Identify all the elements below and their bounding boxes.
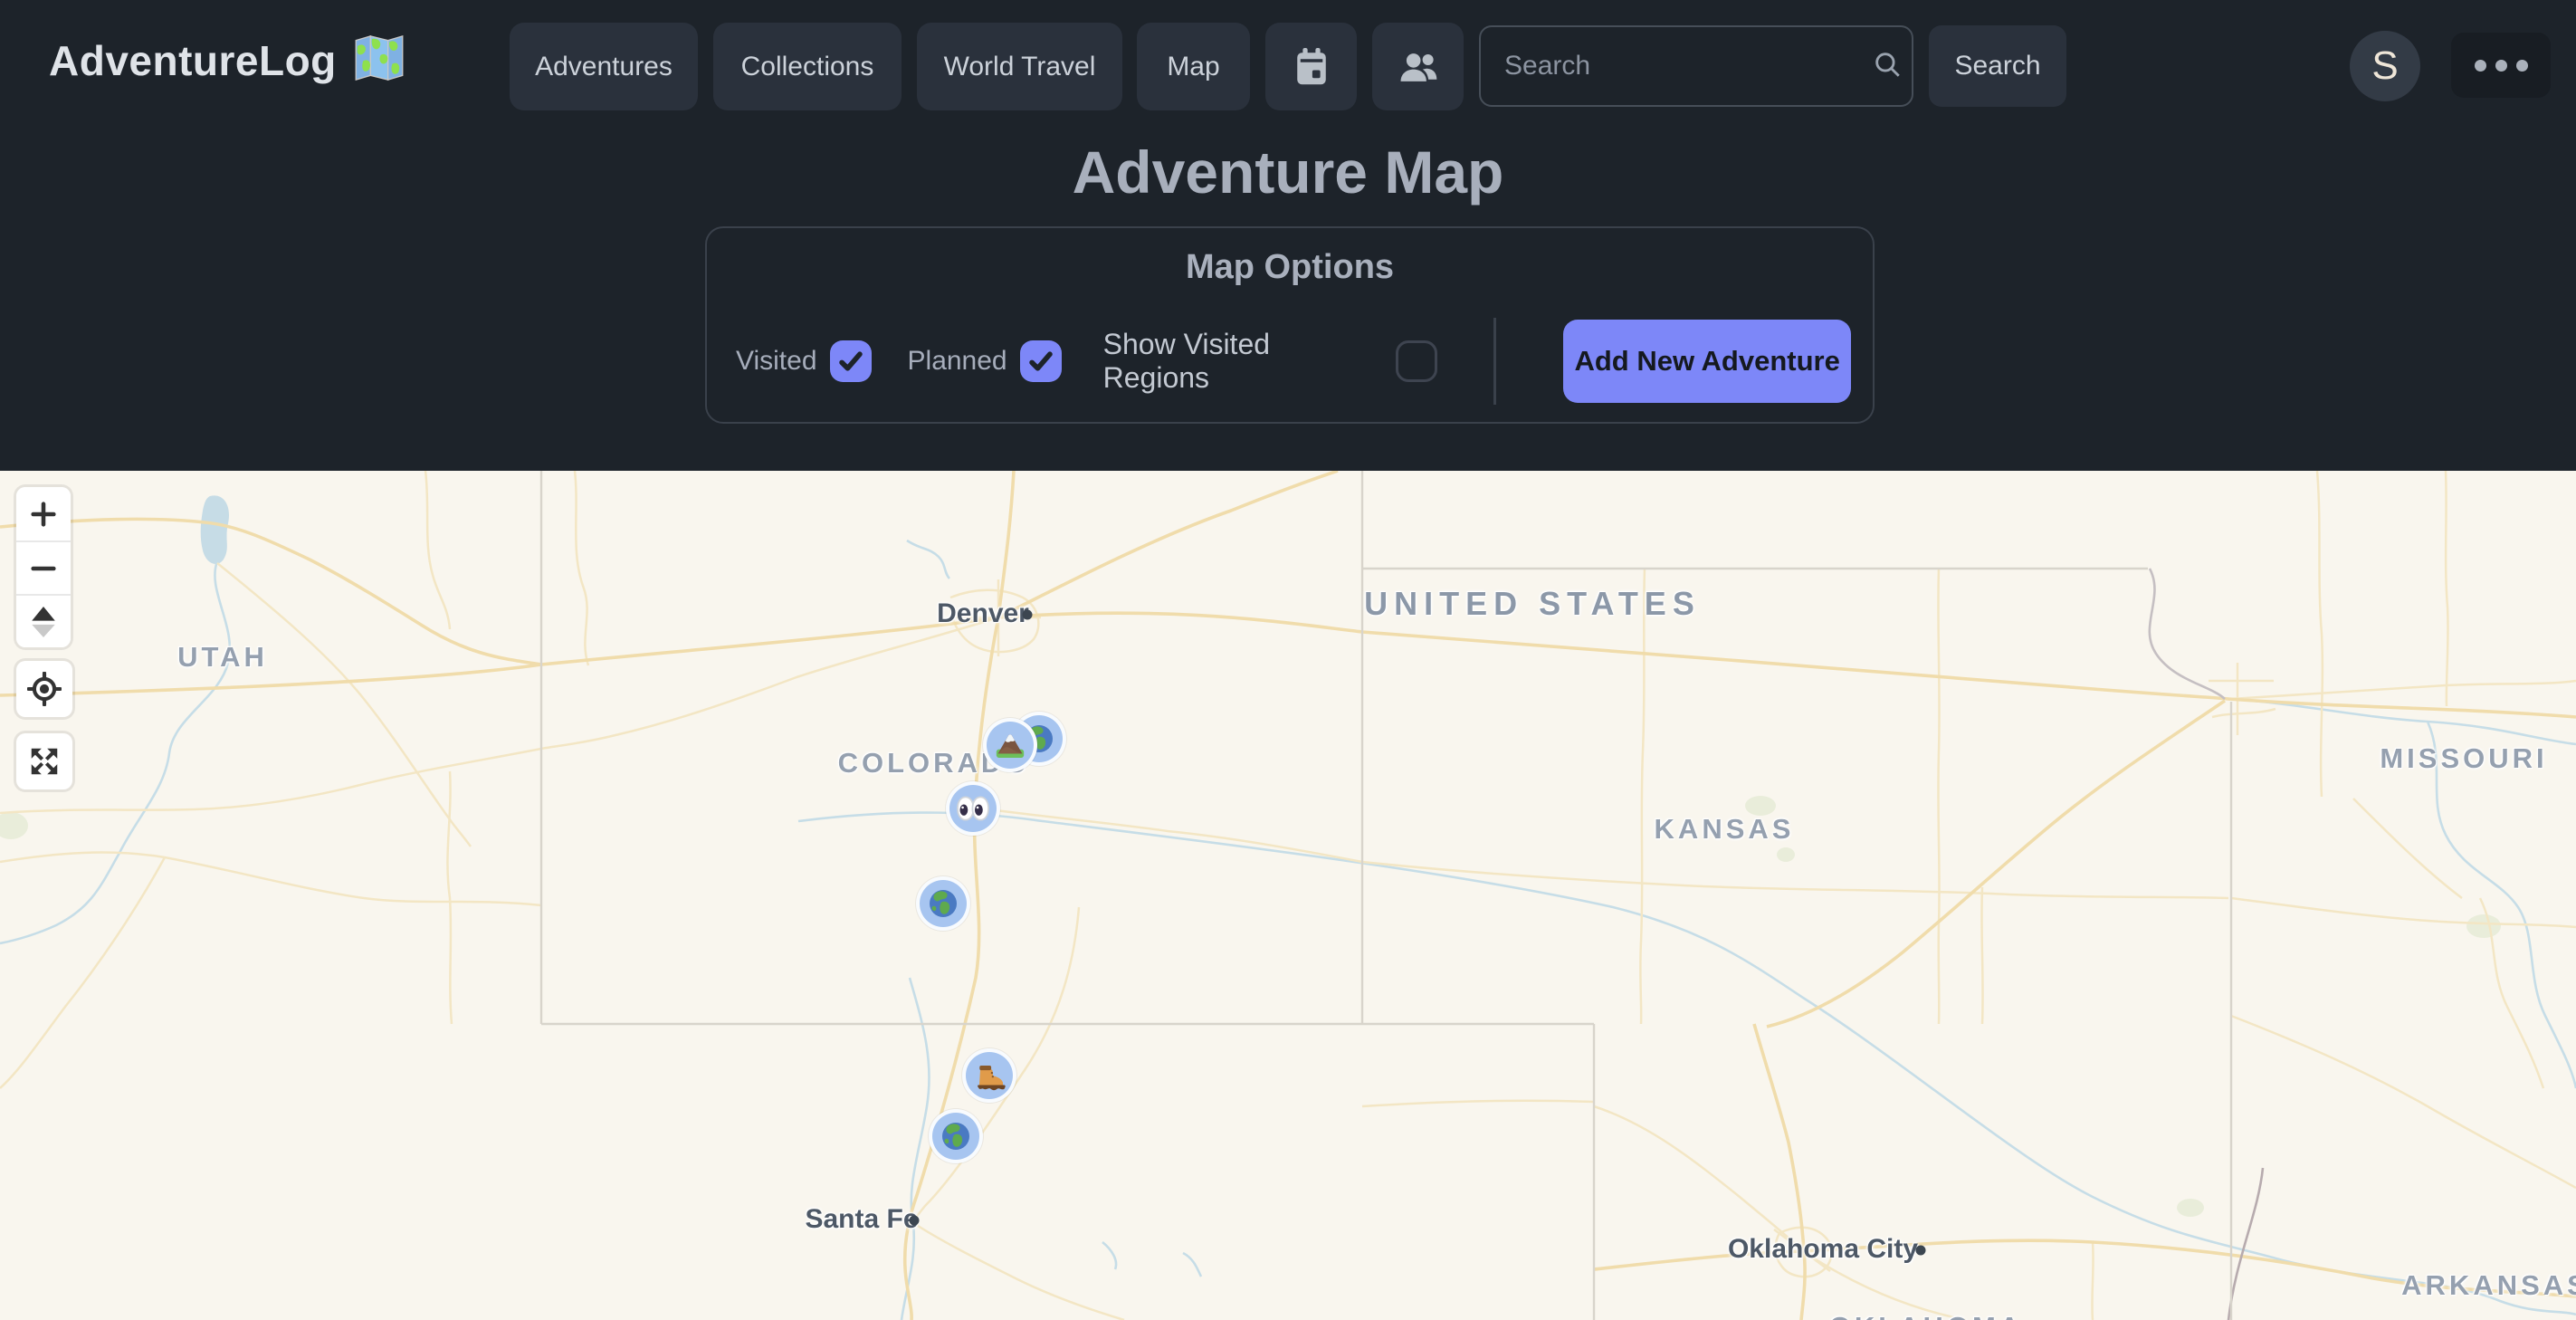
state-label-arkansas: ARKANSAS (2401, 1269, 2576, 1302)
add-new-adventure-button[interactable]: Add New Adventure (1563, 320, 1851, 403)
options-divider (1493, 318, 1496, 405)
adventure-marker-globe[interactable] (916, 876, 970, 931)
lake-shape (201, 495, 229, 564)
major-roads-layer (0, 471, 2576, 1320)
city-dot-oklahoma-city (1916, 1246, 1926, 1256)
calendar-button[interactable] (1265, 23, 1357, 110)
app-logo-text: AdventureLog (49, 36, 337, 85)
adventure-marker-eyes[interactable] (946, 781, 1000, 836)
adventure-marker-boot[interactable] (962, 1048, 1016, 1103)
top-navbar: AdventureLog AdventuresCollectionsWorld … (0, 0, 2576, 132)
toggles: Visited Planned Show Visited Regions (736, 328, 1437, 395)
city-dot-santa-fe (910, 1216, 920, 1226)
checkbox-visited[interactable] (830, 340, 872, 382)
city-label-denver: Denver (937, 598, 1029, 629)
turnpike-road (2228, 1168, 2263, 1320)
adventure-marker-globe[interactable] (929, 1109, 983, 1163)
geolocate-button[interactable] (16, 661, 72, 717)
map-options-title: Map Options (707, 248, 1873, 287)
search-button[interactable]: Search (1929, 25, 2066, 107)
adventure-marker-mountain[interactable] (983, 718, 1037, 772)
state-label-oklahoma: OKLAHOMA (1829, 1311, 2024, 1320)
ellipsis-icon (2475, 60, 2486, 72)
search-icon (1872, 49, 1924, 84)
overflow-menu-button[interactable] (2451, 33, 2551, 98)
nav-collections[interactable]: Collections (713, 23, 902, 110)
country-label-united-states: UNITED STATES (1364, 585, 1701, 623)
toggle-label-planned: Planned (908, 346, 1007, 377)
state-label-kansas: KANSAS (1655, 813, 1795, 846)
map-options-card: Map Options Visited Planned Show Visited R… (705, 226, 1875, 424)
search-bar (1479, 25, 1913, 107)
adventurelog-app: AdventureLog AdventuresCollectionsWorld … (0, 0, 2576, 1320)
minor-roads-layer (0, 471, 2576, 1320)
zoom-out-button[interactable] (16, 540, 71, 594)
map-options-row: Visited Planned Show Visited Regions Add N… (736, 311, 1851, 411)
checkbox-planned[interactable] (1020, 340, 1062, 382)
nav-map[interactable]: Map (1137, 23, 1250, 110)
page-title: Adventure Map (0, 138, 2576, 206)
city-label-oklahoma-city: Oklahoma City (1728, 1234, 1918, 1265)
calendar-icon (1293, 46, 1331, 88)
map-base-layer (0, 471, 2576, 1320)
nav-world-travel[interactable]: World Travel (917, 23, 1122, 110)
users-button[interactable] (1372, 23, 1464, 110)
app-logo[interactable]: AdventureLog (49, 34, 405, 86)
world-map-emoji-icon (353, 34, 405, 86)
users-icon (1398, 48, 1439, 86)
boot-emoji-icon (970, 1057, 1008, 1095)
city-label-santa-fe: Santa Fe (805, 1204, 918, 1235)
globe-emoji-icon (938, 1118, 974, 1154)
zoom-control-group (16, 487, 71, 647)
toggle-label-show-visited-regions: Show Visited Regions (1103, 328, 1364, 395)
pitch-toggle-button[interactable] (16, 594, 71, 647)
zoom-in-button[interactable] (16, 487, 71, 540)
toggle-label-visited: Visited (736, 346, 817, 377)
nav-adventures[interactable]: Adventures (510, 23, 698, 110)
river-border (2150, 569, 2225, 699)
mountain-emoji-icon (991, 726, 1029, 764)
city-dot-denver (1023, 610, 1033, 620)
search-input[interactable] (1481, 51, 1872, 81)
adventure-map[interactable]: UNITED STATESUTAHCOLORADOKANSASMISSOURIA… (0, 471, 2576, 1320)
avatar[interactable]: S (2350, 31, 2420, 101)
eyes-emoji-icon (953, 790, 993, 827)
checkbox-show-visited-regions[interactable] (1396, 340, 1437, 382)
state-label-utah: UTAH (177, 641, 268, 674)
fullscreen-button[interactable] (16, 733, 72, 789)
park-areas (0, 796, 2501, 1217)
globe-emoji-icon (925, 885, 961, 922)
state-label-missouri: MISSOURI (2380, 742, 2547, 775)
